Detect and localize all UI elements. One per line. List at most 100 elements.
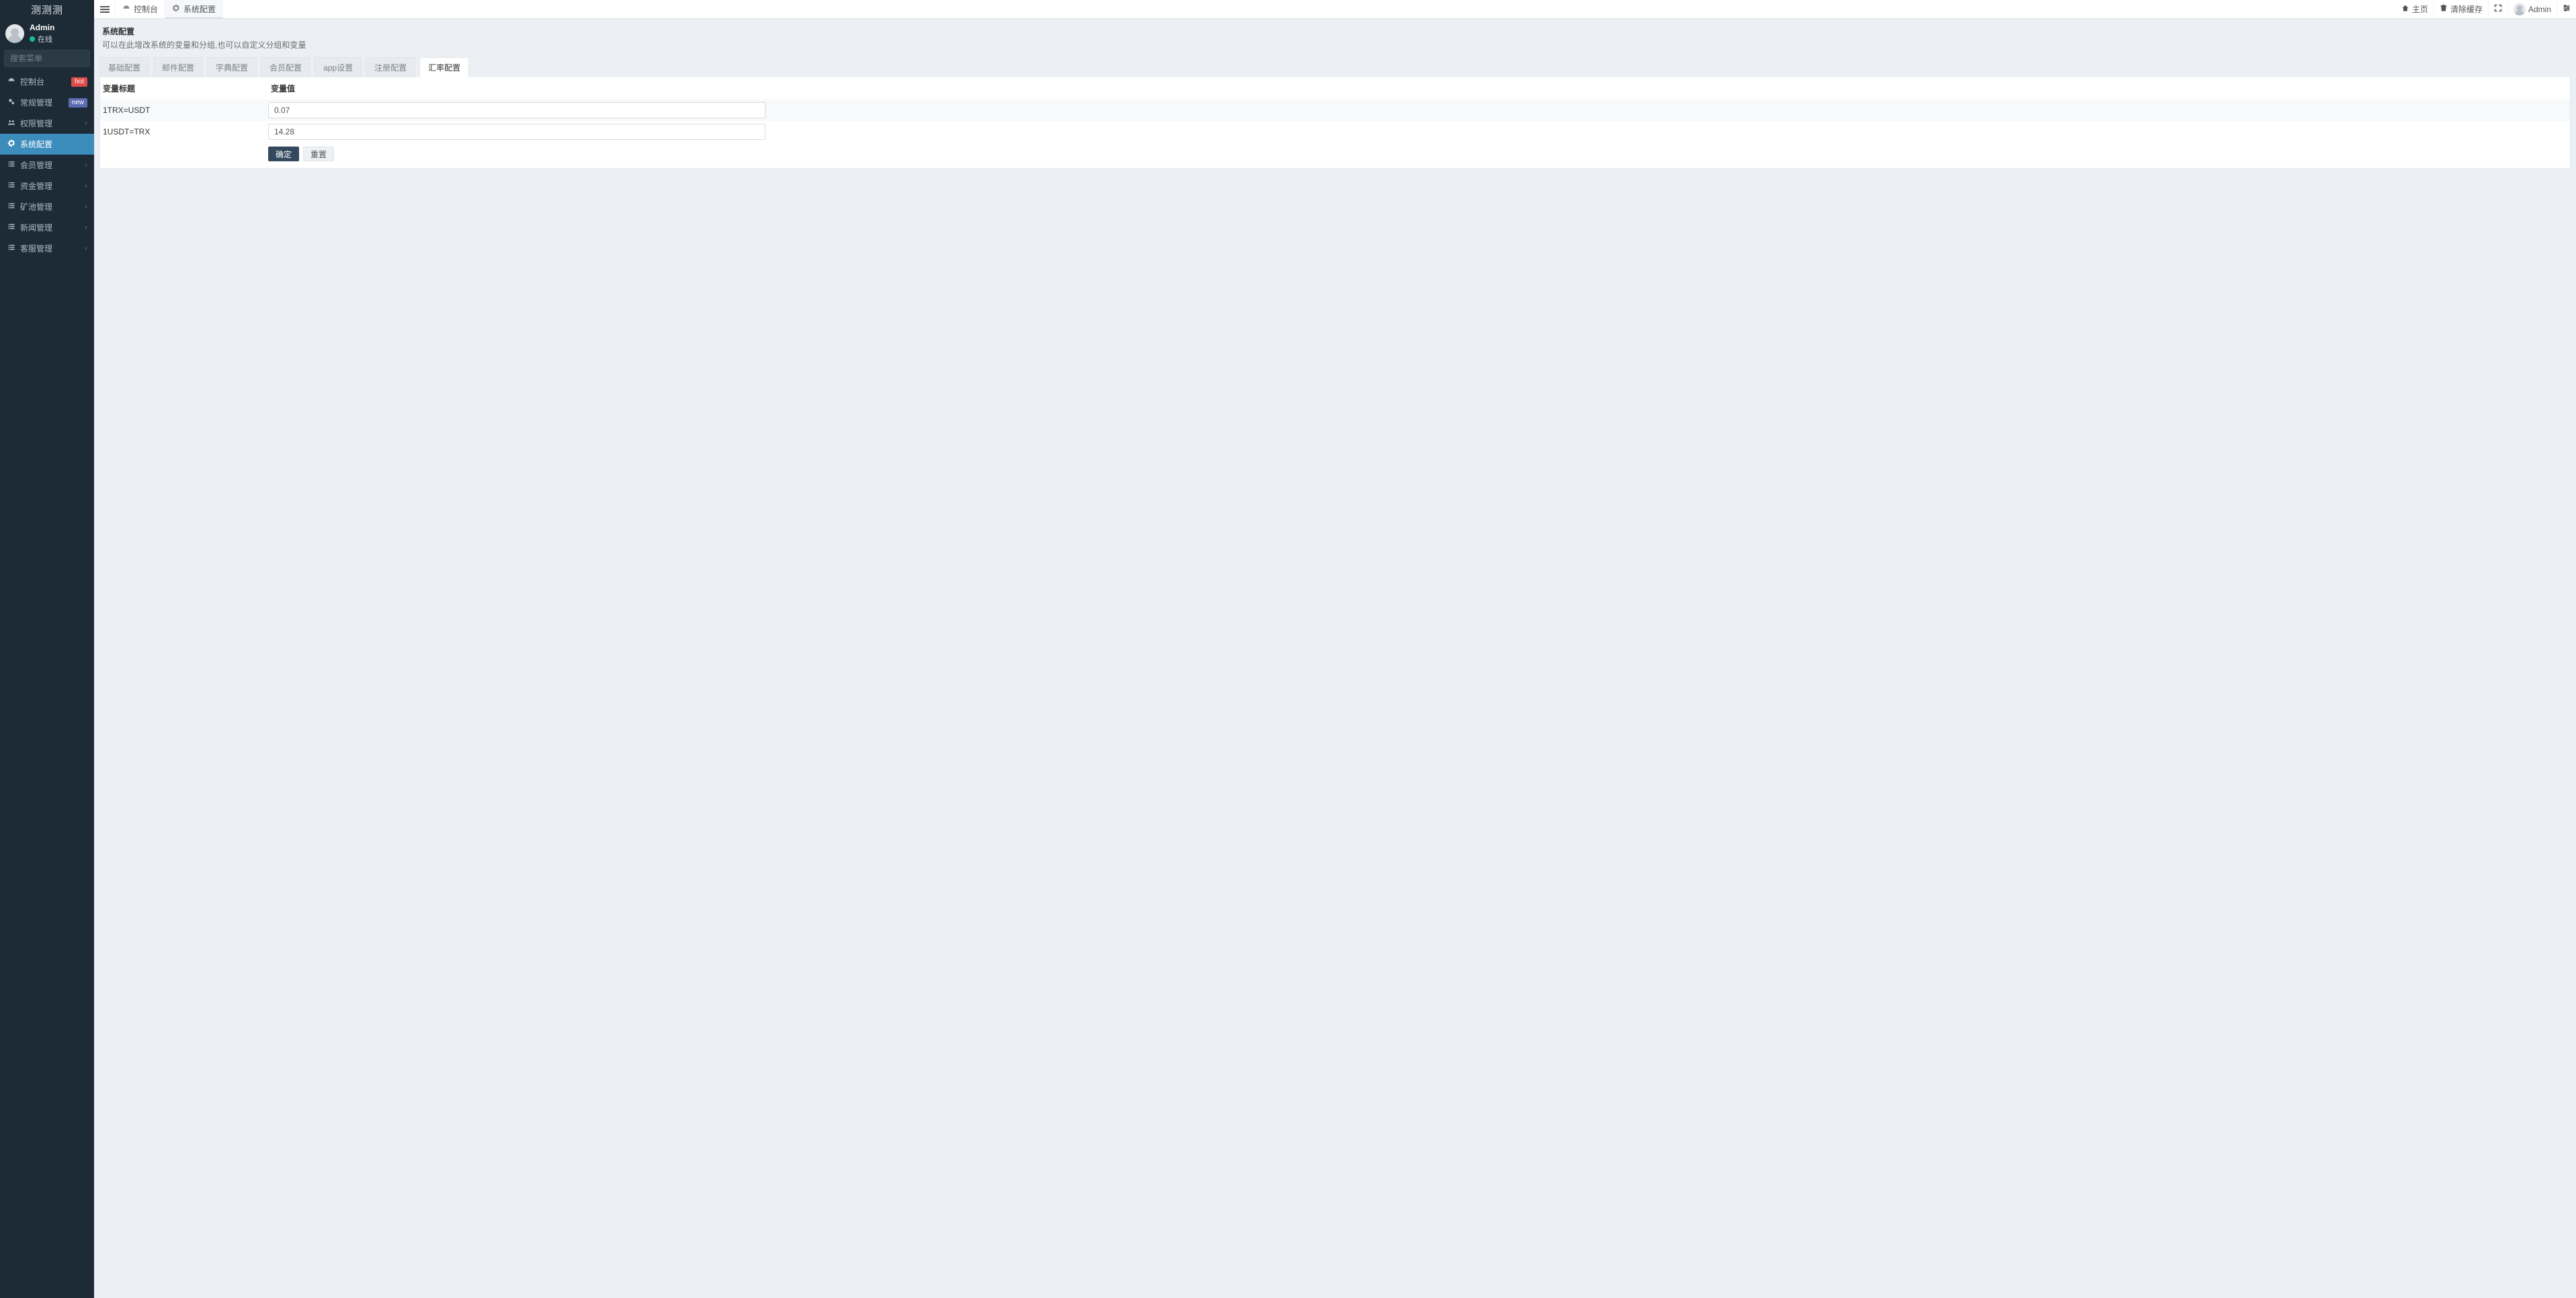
- clear-cache-button[interactable]: 清除缓存: [2434, 0, 2488, 18]
- col-header-value: 变量值: [268, 83, 2570, 94]
- subtab-6[interactable]: 汇率配置: [419, 57, 469, 77]
- topbar-left: 控制台 系统配置: [94, 0, 223, 18]
- settings-button[interactable]: [2557, 0, 2576, 18]
- avatar-small-icon: [2513, 3, 2526, 15]
- sidebar-item-4[interactable]: 会员管理 ‹: [0, 155, 94, 175]
- panel-header: 系统配置 可以在此增改系统的变量和分组,也可以自定义分组和变量: [99, 24, 2571, 54]
- home-label: 主页: [2412, 3, 2428, 15]
- form-row-value: [268, 124, 2570, 140]
- list-icon: [7, 202, 16, 212]
- list-icon: [7, 181, 16, 191]
- main: 控制台系统配置 主页 清除缓存 Admin: [94, 0, 2576, 1298]
- panel-title: 系统配置: [102, 26, 2568, 37]
- form-row-0: 1TRX=USDT: [100, 99, 2570, 121]
- topbar-user[interactable]: Admin: [2507, 0, 2557, 18]
- sidebar-item-label: 矿池管理: [20, 201, 81, 212]
- subtabs: 基础配置邮件配置字典配置会员配置app设置注册配置汇率配置: [99, 57, 2571, 77]
- sidebar-item-6[interactable]: 矿池管理 ‹: [0, 196, 94, 217]
- sliders-icon: [2563, 4, 2571, 14]
- sidebar-item-8[interactable]: 客服管理 ‹: [0, 238, 94, 259]
- form-row-label: 1TRX=USDT: [100, 106, 268, 115]
- sidebar-item-label: 资金管理: [20, 180, 81, 192]
- panel-desc: 可以在此增改系统的变量和分组,也可以自定义分组和变量: [102, 39, 2568, 50]
- subtab-2[interactable]: 字典配置: [207, 57, 257, 77]
- clear-cache-label: 清除缓存: [2450, 3, 2483, 15]
- chevron-left-icon: ‹: [85, 245, 87, 252]
- dashboard-icon: [122, 4, 130, 14]
- sidebar-item-label: 会员管理: [20, 159, 81, 171]
- form-row-value: [268, 102, 2570, 118]
- sidebar-item-label: 权限管理: [20, 118, 81, 129]
- cog-icon: [172, 4, 180, 14]
- sidebar-menu: 控制台hot常规管理new权限管理‹系统配置会员管理‹资金管理‹矿池管理‹新闻管…: [0, 71, 94, 259]
- user-status: 在线: [30, 34, 54, 44]
- chevron-left-icon: ‹: [85, 161, 87, 169]
- panel: 系统配置 可以在此增改系统的变量和分组,也可以自定义分组和变量 基础配置邮件配置…: [99, 24, 2571, 169]
- reset-button[interactable]: 重置: [303, 147, 334, 161]
- cog-icon: [7, 139, 16, 149]
- subtab-3[interactable]: 会员配置: [261, 57, 310, 77]
- group-icon: [7, 118, 16, 128]
- hamburger-icon: [100, 6, 110, 13]
- subtab-4[interactable]: app设置: [315, 57, 362, 77]
- topbar-right: 主页 清除缓存 Admin: [2396, 0, 2576, 18]
- col-header-label: 变量标题: [100, 83, 268, 94]
- form-actions: 确定 重置: [100, 143, 2570, 168]
- user-panel: Admin 在线: [0, 19, 94, 50]
- user-info: Admin 在线: [30, 23, 54, 44]
- trash-icon: [2440, 4, 2448, 14]
- sidebar-toggle-button[interactable]: [94, 0, 116, 18]
- avatar[interactable]: [5, 24, 24, 43]
- sidebar-item-label: 新闻管理: [20, 222, 81, 233]
- sidebar-item-label: 客服管理: [20, 243, 81, 254]
- form-input-0[interactable]: [268, 102, 765, 118]
- fullscreen-icon: [2494, 4, 2502, 14]
- list-icon: [7, 243, 16, 253]
- chevron-left-icon: ‹: [85, 120, 87, 127]
- form-rows: 1TRX=USDT 1USDT=TRX: [100, 99, 2570, 143]
- fullscreen-button[interactable]: [2488, 0, 2507, 18]
- sidebar-item-3[interactable]: 系统配置: [0, 134, 94, 155]
- topbar-user-name: Admin: [2528, 5, 2551, 14]
- sidebar-item-1[interactable]: 常规管理 new: [0, 92, 94, 113]
- list-icon: [7, 160, 16, 170]
- chevron-left-icon: ‹: [85, 182, 87, 190]
- form-card: 变量标题 变量值 1TRX=USDT 1USDT=TRX 确定 重置: [99, 77, 2571, 169]
- home-button[interactable]: 主页: [2396, 0, 2434, 18]
- sidebar: 测测测 Admin 在线 控制台 hot 常规管理 new 权限管理 ‹ 系统配置会员管理 ‹…: [0, 0, 94, 1298]
- cogs-icon: [7, 97, 16, 108]
- list-icon: [7, 222, 16, 233]
- form-input-1[interactable]: [268, 124, 765, 140]
- dashboard-icon: [7, 77, 16, 87]
- sidebar-search: [0, 50, 94, 71]
- user-status-text: 在线: [38, 34, 52, 44]
- search-box[interactable]: [4, 50, 90, 67]
- sidebar-item-0[interactable]: 控制台 hot: [0, 71, 94, 92]
- chevron-left-icon: ‹: [85, 203, 87, 210]
- sidebar-badge: new: [69, 98, 87, 108]
- sidebar-item-5[interactable]: 资金管理 ‹: [0, 175, 94, 196]
- brand-logo: 测测测: [0, 0, 94, 19]
- form-row-1: 1USDT=TRX: [100, 121, 2570, 143]
- sidebar-item-label: 常规管理: [20, 97, 65, 108]
- ok-button[interactable]: 确定: [268, 147, 299, 161]
- sidebar-badge: hot: [71, 77, 87, 87]
- topbar-tabs: 控制台 系统配置: [116, 0, 223, 18]
- sidebar-item-label: 系统配置: [20, 138, 87, 150]
- tab-1[interactable]: 系统配置: [165, 0, 223, 19]
- tab-0[interactable]: 控制台: [116, 0, 165, 18]
- tab-label: 系统配置: [183, 3, 216, 15]
- subtab-5[interactable]: 注册配置: [366, 57, 415, 77]
- home-icon: [2401, 4, 2409, 14]
- topbar: 控制台 系统配置 主页 清除缓存 Admin: [94, 0, 2576, 19]
- content: 系统配置 可以在此增改系统的变量和分组,也可以自定义分组和变量 基础配置邮件配置…: [94, 19, 2576, 1298]
- subtab-0[interactable]: 基础配置: [99, 57, 149, 77]
- status-dot-icon: [30, 36, 35, 42]
- user-name: Admin: [30, 23, 54, 32]
- chevron-left-icon: ‹: [85, 224, 87, 231]
- sidebar-item-label: 控制台: [20, 76, 67, 87]
- subtab-1[interactable]: 邮件配置: [153, 57, 203, 77]
- form-header: 变量标题 变量值: [100, 77, 2570, 99]
- sidebar-item-2[interactable]: 权限管理 ‹: [0, 113, 94, 134]
- sidebar-item-7[interactable]: 新闻管理 ‹: [0, 217, 94, 238]
